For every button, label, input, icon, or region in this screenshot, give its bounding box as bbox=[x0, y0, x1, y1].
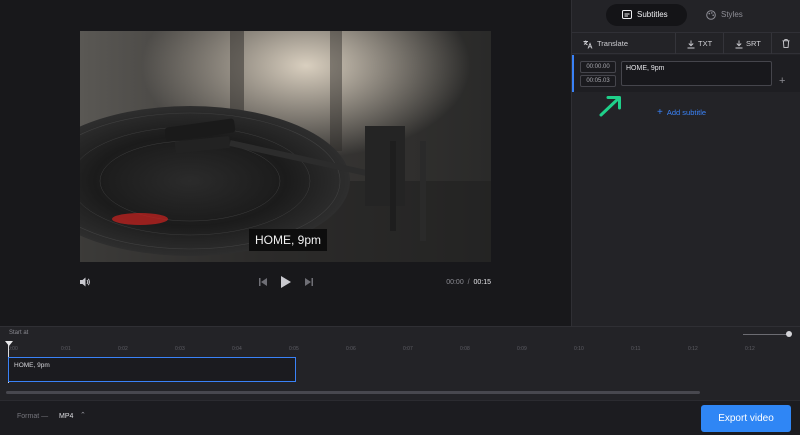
download-icon bbox=[687, 40, 695, 48]
export-video-button[interactable]: Export video bbox=[701, 405, 791, 432]
download-txt-button[interactable]: TXT bbox=[687, 33, 712, 54]
ruler-tick: 0:03 bbox=[175, 346, 185, 352]
ruler-tick: 0:02 bbox=[118, 346, 128, 352]
add-subtitle-label: Add subtitle bbox=[666, 108, 707, 117]
subtitles-icon bbox=[622, 10, 632, 20]
ruler-tick: 0:12 bbox=[745, 346, 755, 352]
trash-icon[interactable] bbox=[782, 39, 790, 48]
download-srt-button[interactable]: SRT bbox=[735, 33, 761, 54]
add-subtitle-button[interactable]: + Add subtitle bbox=[657, 107, 706, 118]
tab-subtitles[interactable]: Subtitles bbox=[606, 4, 687, 26]
ruler-tick: 0:06 bbox=[346, 346, 356, 352]
end-time-field[interactable]: 00:05.03 bbox=[580, 75, 616, 87]
start-time-field[interactable]: 00:00.00 bbox=[580, 61, 616, 73]
subtitles-panel: Subtitles Styles Translate TXT SRT 00:00… bbox=[571, 0, 800, 326]
txt-label: TXT bbox=[698, 39, 713, 48]
subtitle-text-field[interactable]: HOME, 9pm bbox=[621, 61, 772, 86]
ruler-tick: 0:11 bbox=[631, 346, 641, 352]
time-current: 00:00 bbox=[446, 279, 464, 286]
subtitle-toolbar: Translate TXT SRT bbox=[572, 32, 800, 54]
add-after-icon[interactable]: + bbox=[779, 75, 785, 87]
translate-icon bbox=[583, 40, 593, 49]
palette-icon bbox=[706, 10, 716, 20]
playback-controls: 00:00 / 00:15 bbox=[0, 274, 571, 294]
play-icon[interactable] bbox=[279, 275, 292, 289]
caption-overlay: HOME, 9pm bbox=[249, 229, 328, 251]
ruler-tick: 0:07 bbox=[403, 346, 413, 352]
zoom-slider-handle[interactable] bbox=[786, 331, 792, 337]
ruler-tick: 0:08 bbox=[460, 346, 470, 352]
subtitle-clip[interactable]: HOME, 9pm bbox=[8, 357, 296, 382]
format-label: Format — bbox=[17, 413, 49, 420]
time-ruler: 0:00 0:01 0:02 0:03 0:04 0:05 0:06 0:07 … bbox=[0, 343, 800, 355]
skip-back-icon[interactable] bbox=[257, 276, 269, 288]
toolbar-divider bbox=[675, 33, 676, 54]
ruler-tick: 0:01 bbox=[61, 346, 71, 352]
ruler-tick: 0:00 bbox=[8, 346, 18, 352]
video-thumbnail-image bbox=[80, 31, 491, 262]
ruler-tick: 0:12 bbox=[688, 346, 698, 352]
ruler-tick: 0:04 bbox=[232, 346, 242, 352]
time-total: 00:15 bbox=[473, 279, 491, 286]
toolbar-divider bbox=[771, 33, 772, 54]
tab-subtitles-label: Subtitles bbox=[637, 10, 668, 19]
format-chevron-icon[interactable]: ⌃ bbox=[80, 411, 86, 419]
translate-button[interactable]: Translate bbox=[583, 33, 628, 54]
ruler-tick: 0:09 bbox=[517, 346, 527, 352]
skip-forward-icon[interactable] bbox=[303, 276, 315, 288]
ruler-tick: 0:05 bbox=[289, 346, 299, 352]
playhead-handle[interactable] bbox=[5, 341, 13, 346]
subtitle-entry[interactable]: 00:00.00 00:05.03 HOME, 9pm + bbox=[572, 55, 800, 92]
time-separator: / bbox=[467, 279, 470, 286]
tab-styles[interactable]: Styles bbox=[706, 4, 766, 26]
download-icon bbox=[735, 40, 743, 48]
horizontal-scrollbar[interactable] bbox=[6, 391, 700, 394]
ruler-tick: 0:10 bbox=[574, 346, 584, 352]
annotation-arrow-icon bbox=[599, 96, 621, 117]
tab-styles-label: Styles bbox=[721, 10, 743, 19]
start-at-label: Start at bbox=[9, 330, 29, 336]
time-display: 00:00 / 00:15 bbox=[446, 279, 491, 286]
srt-label: SRT bbox=[746, 39, 761, 48]
volume-icon[interactable] bbox=[79, 276, 91, 288]
format-select[interactable]: MP4 bbox=[59, 413, 73, 420]
export-bar: Format — MP4 ⌃ Export video bbox=[0, 400, 800, 435]
video-frame[interactable] bbox=[80, 31, 491, 262]
video-preview-area: HOME, 9pm 00:00 / 00:15 bbox=[0, 0, 571, 326]
plus-icon: + bbox=[657, 107, 663, 118]
toolbar-divider bbox=[723, 33, 724, 54]
timeline: Start at 0:00 0:01 0:02 0:03 0:04 0:05 0… bbox=[0, 326, 800, 400]
translate-label: Translate bbox=[597, 39, 628, 48]
zoom-slider-track[interactable] bbox=[743, 334, 789, 335]
